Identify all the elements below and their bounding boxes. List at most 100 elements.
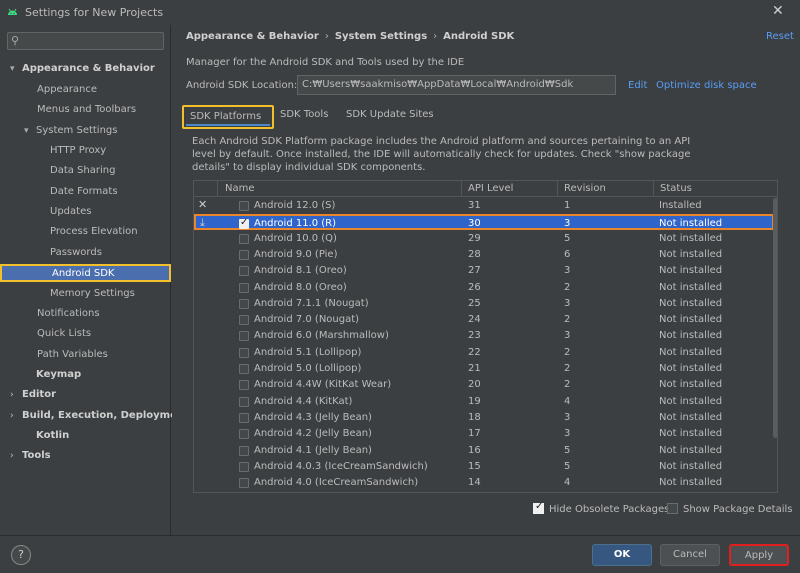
row-checkbox[interactable] [239,347,249,358]
sidebar-item-appearance[interactable]: Appearance [37,81,97,99]
row-checkbox[interactable] [239,380,249,391]
table-row[interactable]: ⤓ Android 11.0 (R) 30 3 Not installed [194,214,774,231]
sidebar-item-system-settings[interactable]: ▾ System Settings [24,122,117,140]
tab-sdk-tools[interactable]: SDK Tools [274,105,334,129]
row-checkbox[interactable] [239,282,249,293]
row-checkbox[interactable] [239,201,249,211]
apply-button[interactable]: Apply [729,544,789,566]
row-checkbox[interactable] [239,364,249,374]
row-checkbox[interactable] [239,412,249,423]
column-divider [653,181,654,197]
chevron-right-icon[interactable]: › [10,447,22,465]
search-input[interactable] [28,34,158,48]
table-row[interactable]: Android 8.0 (Oreo) 26 2 Not installed [194,280,774,296]
close-icon[interactable]: ✕ [772,3,784,19]
sidebar-item-path-variables[interactable]: Path Variables [37,346,108,364]
help-icon[interactable]: ? [11,545,31,565]
table-row[interactable]: Android 9.0 (Pie) 28 6 Not installed [194,247,774,263]
row-checkbox[interactable] [239,266,249,277]
sidebar-item-label: Appearance & Behavior [22,63,155,74]
sidebar-item-quick-lists[interactable]: Quick Lists [37,325,91,343]
table-row[interactable]: Android 10.0 (Q) 29 5 Not installed [194,231,774,247]
column-divider [217,181,218,197]
sidebar-item-menus-and-toolbars[interactable]: Menus and Toolbars [37,101,136,119]
row-revision: 4 [564,477,571,489]
sidebar-item-passwords[interactable]: Passwords [50,244,102,262]
hide-obsolete-option[interactable]: Hide Obsolete Packages [533,501,669,515]
table-row[interactable]: Android 4.2 (Jelly Bean) 17 3 Not installed [194,426,774,442]
show-details-checkbox[interactable] [667,503,678,514]
cancel-button[interactable]: Cancel [660,544,720,566]
reset-link[interactable]: Reset [766,31,794,42]
sidebar-item-http-proxy[interactable]: HTTP Proxy [50,142,106,160]
row-checkbox[interactable] [239,298,249,309]
sidebar-item-appearance-behavior[interactable]: ▾ Appearance & Behavior [10,60,155,78]
table-row[interactable]: Android 4.3 (Jelly Bean) 18 3 Not installed [194,410,774,426]
row-status: Not installed [659,363,723,374]
hide-obsolete-checkbox[interactable] [533,501,544,514]
sdk-location-field[interactable]: C:₩Users₩saakmiso₩AppData₩Local₩Android₩… [297,75,616,95]
row-checkbox[interactable] [239,396,249,407]
sidebar-item-updates[interactable]: Updates [50,203,91,221]
sidebar-item-notifications[interactable]: Notifications [37,305,100,323]
sidebar-item-label: Menus and Toolbars [37,104,137,115]
sidebar-item-android-sdk[interactable]: Android SDK [0,264,171,282]
chevron-right-icon[interactable]: › [10,407,22,425]
table-row[interactable]: Android 7.1.1 (Nougat) 25 3 Not installed [194,296,774,312]
table-row[interactable]: Android 4.4W (KitKat Wear) 20 2 Not install… [194,377,774,393]
sidebar-item-kotlin[interactable]: Kotlin [24,427,69,445]
table-row[interactable]: ✕ Android 12.0 (S) 31 1 Installed [194,198,774,214]
tab-sdk-update-sites[interactable]: SDK Update Sites [340,105,440,129]
row-checkbox[interactable] [239,217,249,230]
table-row[interactable]: Android 4.4 (KitKat) 19 4 Not installed [194,394,774,410]
sidebar-item-tools[interactable]: › Tools [10,447,51,465]
page-description: Manager for the Android SDK and Tools us… [186,57,465,68]
settings-search[interactable]: ⚲ [7,32,164,50]
row-status: Not installed [659,330,723,342]
header-revision[interactable]: Revision [564,183,606,194]
header-api-level[interactable]: API Level [468,183,513,194]
header-name[interactable]: Name [225,183,255,194]
table-row[interactable]: Android 7.0 (Nougat) 24 2 Not installed [194,312,774,328]
chevron-down-icon[interactable]: ▾ [10,60,22,78]
breadcrumb-system-settings: System Settings [334,31,428,42]
edit-link[interactable]: Edit [628,80,647,91]
sidebar-item-label: Keymap [36,369,82,380]
sidebar-item-date-formats[interactable]: Date Formats [50,183,118,201]
header-status[interactable]: Status [660,183,692,194]
sidebar-item-memory-settings[interactable]: Memory Settings [50,285,135,303]
row-checkbox[interactable] [239,445,249,456]
table-row[interactable]: Android 5.1 (Lollipop) 22 2 Not installed [194,345,774,361]
table-scrollbar[interactable] [773,198,777,438]
sidebar-item-editor[interactable]: › Editor [10,386,56,404]
optimize-disk-link[interactable]: Optimize disk space [656,80,757,91]
table-row[interactable]: Android 4.0.3 (IceCreamSandwich) 15 5 Not i… [194,459,774,475]
row-checkbox[interactable] [239,478,249,489]
row-checkbox[interactable] [239,233,249,244]
show-details-option[interactable]: Show Package Details [667,503,792,515]
tab-sdk-platforms[interactable]: SDK Platforms [182,105,274,129]
table-row[interactable]: Android 6.0 (Marshmallow) 23 3 Not installe… [194,328,774,344]
row-status: Not installed [659,248,723,260]
table-row[interactable]: Android 5.0 (Lollipop) 21 2 Not installed [194,361,774,377]
row-checkbox[interactable] [239,315,249,326]
row-checkbox[interactable] [239,331,249,342]
table-row[interactable]: Android 4.0 (IceCreamSandwich) 14 4 Not ins… [194,475,774,491]
row-checkbox[interactable] [239,429,249,440]
chevron-down-icon[interactable]: ▾ [24,122,36,140]
row-revision: 2 [564,314,571,326]
ok-button[interactable]: OK [592,544,652,566]
sidebar-item-keymap[interactable]: Keymap [24,366,81,384]
chevron-right-icon[interactable]: › [10,386,22,404]
table-row[interactable]: Android 8.1 (Oreo) 27 3 Not installed [194,263,774,279]
row-status: Not installed [659,281,723,293]
sidebar-item-data-sharing[interactable]: Data Sharing [50,162,115,180]
row-revision: 5 [564,444,571,456]
sidebar-item-process-elevation[interactable]: Process Elevation [50,223,138,241]
table-row[interactable]: Android 4.1 (Jelly Bean) 16 5 Not installed [194,443,774,459]
sidebar-item-label: Editor [22,389,56,400]
row-checkbox[interactable] [239,249,249,260]
sidebar-item-build-execution-deployment[interactable]: › Build, Execution, Deployment [10,407,189,425]
row-checkbox[interactable] [239,461,249,472]
row-revision: 6 [564,248,571,260]
